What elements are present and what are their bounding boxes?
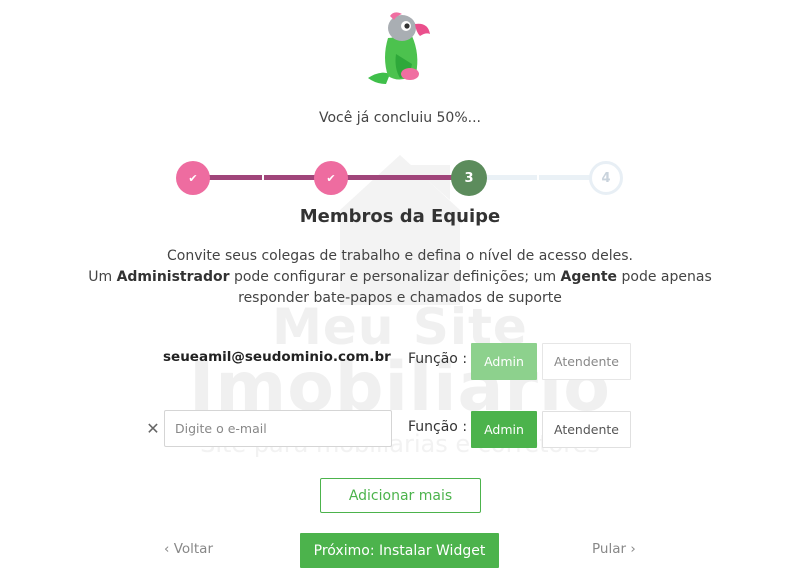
agent-role-button[interactable]: Atendente bbox=[542, 411, 631, 448]
back-link[interactable]: ‹ Voltar bbox=[164, 541, 213, 557]
owner-email: seueamil@seudominio.com.br bbox=[163, 349, 391, 365]
stepper-track-done bbox=[331, 175, 468, 180]
step-4-number: 4 bbox=[601, 170, 611, 186]
description-line-1: Convite seus colegas de trabalho e defin… bbox=[167, 248, 633, 264]
step-3: 3 bbox=[451, 160, 487, 196]
admin-role-button[interactable]: Admin bbox=[471, 411, 537, 448]
step-2: ✔ bbox=[314, 161, 348, 195]
step-1: ✔ bbox=[176, 161, 210, 195]
section-description: Convite seus colegas de trabalho e defin… bbox=[60, 246, 740, 309]
skip-link[interactable]: Pular › bbox=[592, 541, 636, 557]
watermark-subtitle: Imobiliario bbox=[189, 348, 611, 427]
role-label: Função : bbox=[408, 419, 468, 435]
progress-text: Você já concluiu 50%... bbox=[318, 110, 481, 126]
close-icon[interactable]: ✕ bbox=[145, 419, 161, 438]
next-button[interactable]: Próximo: Instalar Widget bbox=[300, 533, 499, 568]
check-icon: ✔ bbox=[188, 171, 198, 185]
email-field[interactable] bbox=[164, 410, 392, 447]
description-line-2: Um Administrador pode configurar e perso… bbox=[88, 269, 712, 285]
admin-role-button[interactable]: Admin bbox=[471, 343, 537, 380]
step-3-number: 3 bbox=[464, 170, 474, 186]
check-icon: ✔ bbox=[326, 171, 336, 185]
watermark-tagline: Site para mobiliarias e corretores bbox=[200, 430, 600, 458]
description-line-3: responder bate-papos e chamados de supor… bbox=[238, 290, 562, 306]
role-label: Função : bbox=[408, 351, 468, 367]
step-4: 4 bbox=[589, 161, 623, 195]
administrator-term: Administrador bbox=[116, 269, 230, 285]
add-more-button[interactable]: Adicionar mais bbox=[320, 478, 481, 513]
agent-term: Agente bbox=[560, 269, 618, 285]
section-title: Membros da Equipe bbox=[299, 206, 501, 227]
agent-role-button[interactable]: Atendente bbox=[542, 343, 631, 380]
parrot-icon bbox=[368, 12, 430, 84]
